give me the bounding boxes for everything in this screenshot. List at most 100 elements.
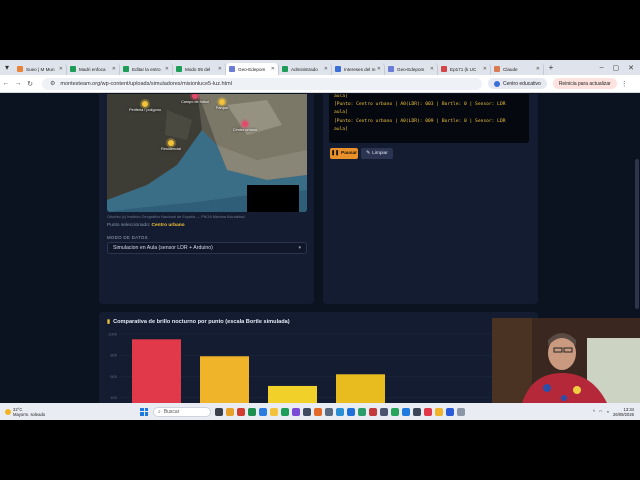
redaction-box (247, 185, 299, 212)
new-tab-icon[interactable]: + (544, 60, 558, 75)
tab[interactable]: Geo-Edepom ✕ (226, 63, 279, 75)
map-card: Campo de fútbol Periferia / polígono Parqu… (99, 94, 314, 304)
map-point-marker[interactable] (219, 99, 225, 105)
tab-close-icon[interactable]: ✕ (218, 66, 222, 72)
taskbar-search[interactable]: ⌕ Buscar (153, 406, 211, 417)
taskbar-apps (215, 407, 465, 416)
volume-icon[interactable]: ◖ (607, 409, 610, 414)
close-window-icon[interactable]: ✕ (628, 64, 634, 72)
tab-close-icon[interactable]: ✕ (536, 66, 540, 72)
app-icon[interactable] (314, 407, 322, 416)
brightness-chart: 1000800600400200 (108, 332, 529, 403)
app-icon[interactable] (435, 407, 443, 416)
tab-close-icon[interactable]: ✕ (165, 66, 169, 72)
forward-icon[interactable]: → (12, 80, 24, 87)
back-icon[interactable]: ← (0, 80, 12, 87)
app-icon[interactable] (237, 407, 245, 416)
tab-search-icon[interactable]: ▾ (0, 60, 14, 75)
selected-point-label: Punto seleccionado: (107, 223, 151, 228)
update-button[interactable]: Reinicia para actualizar (552, 78, 617, 89)
app-icon[interactable] (303, 407, 311, 416)
app-icon[interactable] (391, 407, 399, 416)
app-icon[interactable] (413, 407, 421, 416)
wifi-icon[interactable]: ◠ (599, 409, 603, 414)
chart-bar[interactable] (132, 339, 181, 403)
search-icon: ⌕ (158, 408, 161, 415)
chart-bar[interactable] (200, 356, 249, 403)
url-text: montesteam.org/wp-content/uploads/simula… (60, 80, 232, 87)
tab-label: Sueo | M Mun (26, 66, 55, 72)
profile-button[interactable]: Centro educativo (488, 78, 547, 89)
tab[interactable]: Administrado ✕ (279, 63, 332, 75)
tab[interactable]: Sueo | M Mun ✕ (14, 63, 67, 75)
app-icon[interactable] (358, 407, 366, 416)
chevron-up-icon[interactable]: ^ (593, 409, 595, 414)
app-icon[interactable] (446, 407, 454, 416)
tab[interactable]: Ep171 (k UC ✕ (438, 63, 491, 75)
tab[interactable]: Geo-Edepom ✕ (385, 63, 438, 75)
tab[interactable]: Editar la entro ✕ (120, 63, 173, 75)
app-icon[interactable] (457, 407, 465, 416)
app-icon[interactable] (402, 407, 410, 416)
map-point-marker[interactable] (142, 101, 148, 107)
tab-close-icon[interactable]: ✕ (483, 66, 487, 72)
chart-bar[interactable] (268, 385, 317, 403)
url-field[interactable]: ⚙ montesteam.org/wp-content/uploads/simu… (42, 77, 482, 90)
mode-select-value: Simulacion en Aula (sensor LDR + Arduino… (113, 245, 213, 251)
favicon-icon (176, 66, 182, 72)
site-info-icon[interactable]: ⚙ (50, 80, 55, 87)
map-point-marker[interactable] (168, 140, 174, 146)
tab-label: Claude (503, 66, 518, 72)
app-icon[interactable] (424, 407, 432, 416)
tab[interactable]: Modo 05 del ✕ (173, 63, 226, 75)
app-icon[interactable] (281, 407, 289, 416)
console-line: [Punto: Centro urbano | A0(LDR): 003 | B… (334, 102, 506, 108)
app-icon[interactable] (369, 407, 377, 416)
chevron-down-icon: ▾ (298, 245, 301, 251)
pause-label: Pausar (341, 151, 358, 156)
chrome-icon[interactable] (270, 407, 278, 416)
tab-close-icon[interactable]: ✕ (112, 66, 116, 72)
tab-bar: ▾ Sueo | M Mun ✕ Madri enfoca ✕ Editar la en… (0, 60, 640, 75)
app-icon[interactable] (292, 407, 300, 416)
clock[interactable]: 13:34 26/09/2026 (613, 407, 634, 417)
scrollbar-thumb[interactable] (635, 159, 639, 309)
reload-icon[interactable]: ↻ (24, 80, 36, 88)
tab-close-icon[interactable]: ✕ (271, 66, 275, 72)
weather-desc: Mayorm. soleado (13, 411, 46, 417)
tab-close-icon[interactable]: ✕ (430, 66, 434, 72)
screen: ▾ Sueo | M Mun ✕ Madri enfoca ✕ Editar la en… (0, 60, 640, 420)
file-explorer-icon[interactable] (226, 407, 234, 416)
console-card: aula] [Punto: Centro urbano | A0(LDR): 00… (323, 94, 538, 304)
favicon-icon (441, 66, 447, 72)
app-icon[interactable] (325, 407, 333, 416)
map-point-marker[interactable] (242, 121, 248, 127)
minimize-icon[interactable]: – (600, 64, 604, 72)
menu-icon[interactable]: ⋮ (621, 80, 628, 88)
tab-close-icon[interactable]: ✕ (324, 66, 328, 72)
map-point-label: Campo de fútbol (181, 100, 209, 104)
app-icon[interactable] (248, 407, 256, 416)
clear-button[interactable]: ✎ Limpiar (361, 148, 393, 159)
tab[interactable]: Madri enfoca ✕ (67, 63, 120, 75)
chart-bar[interactable] (336, 374, 385, 403)
tab[interactable]: Claude ✕ (491, 63, 544, 75)
tab-close-icon[interactable]: ✕ (59, 66, 63, 72)
mode-select[interactable]: Simulacion en Aula (sensor LDR + Arduino… (107, 242, 307, 254)
pause-button[interactable]: ❚❚ Pausar (330, 148, 358, 159)
tab-close-icon[interactable]: ✕ (377, 66, 381, 72)
webcam-overlay (492, 318, 640, 403)
edge-icon[interactable] (259, 407, 267, 416)
app-icon[interactable] (347, 407, 355, 416)
serial-console: aula] [Punto: Centro urbano | A0(LDR): 00… (329, 94, 529, 143)
maximize-icon[interactable]: ▢ (613, 64, 620, 72)
console-line: aula] (334, 126, 348, 132)
app-icon[interactable] (336, 407, 344, 416)
tab[interactable]: Intereses del m ✕ (332, 63, 385, 75)
weather-widget[interactable]: 22°C Mayorm. soleado (0, 407, 120, 417)
task-view-icon[interactable] (215, 407, 223, 416)
start-button[interactable] (140, 407, 148, 416)
tabs: Sueo | M Mun ✕ Madri enfoca ✕ Editar la entr… (14, 60, 544, 75)
map-point-label: Parque (215, 106, 229, 110)
app-icon[interactable] (380, 407, 388, 416)
